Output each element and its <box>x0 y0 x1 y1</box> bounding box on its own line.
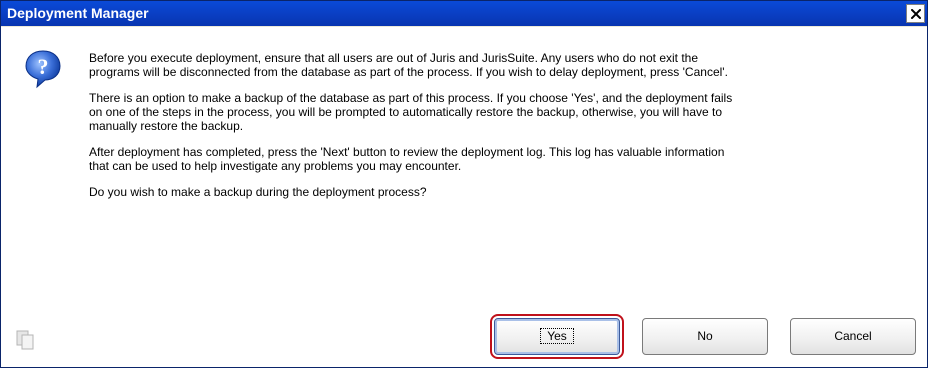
message-text: Before you execute deployment, ensure th… <box>89 51 915 211</box>
dialog-window: Deployment Manager ? Before you execute … <box>0 0 928 368</box>
close-icon <box>911 9 921 19</box>
no-button-label: No <box>697 329 713 343</box>
question-icon: ? <box>25 50 61 89</box>
svg-text:?: ? <box>38 54 49 79</box>
no-button[interactable]: No <box>642 318 768 355</box>
message-paragraph-4: Do you wish to make a backup during the … <box>89 185 427 199</box>
dialog-content: ? Before you execute deployment, ensure … <box>1 27 927 367</box>
yes-button-label: Yes <box>540 328 574 344</box>
message-paragraph-3: After deployment has completed, press th… <box>89 145 725 173</box>
message-paragraph-1: Before you execute deployment, ensure th… <box>89 51 728 79</box>
close-button[interactable] <box>906 4 925 23</box>
cancel-button[interactable]: Cancel <box>790 318 916 355</box>
copy-icon[interactable] <box>15 329 35 351</box>
message-paragraph-2: There is an option to make a backup of t… <box>89 91 733 133</box>
cancel-button-label: Cancel <box>834 329 872 343</box>
yes-button[interactable]: Yes <box>490 314 624 359</box>
title-bar[interactable]: Deployment Manager <box>1 1 927 26</box>
window-title: Deployment Manager <box>7 5 149 21</box>
